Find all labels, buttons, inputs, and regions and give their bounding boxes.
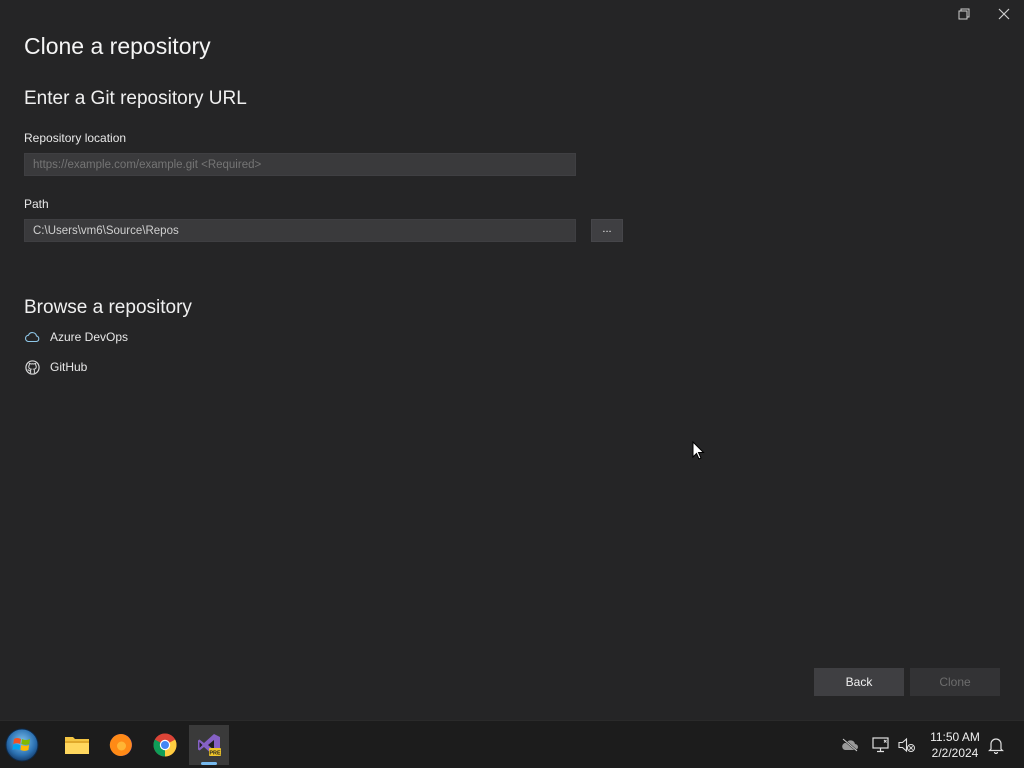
repo-location-label: Repository location [24,131,127,145]
network-icon [872,737,889,753]
start-button[interactable] [0,721,44,768]
azure-devops-link[interactable]: Azure DevOps [24,329,128,345]
clone-button[interactable]: Clone [910,668,1000,696]
window-controls [944,0,1024,28]
tray-onedrive[interactable] [840,735,860,755]
browse-path-button[interactable]: ... [591,219,623,242]
clock-time: 11:50 AM [930,730,980,744]
path-input[interactable] [24,219,576,242]
notification-icon [988,738,1004,754]
tray-volume[interactable] [897,735,917,755]
azure-devops-label: Azure DevOps [50,330,129,344]
chrome-icon [153,733,177,757]
active-app-indicator [201,762,217,765]
tray-notifications[interactable] [986,735,1006,755]
restore-icon [958,8,970,20]
cloud-icon [24,329,40,345]
browse-section-heading: Browse a repository [24,297,192,318]
close-button[interactable] [984,0,1024,28]
tray-network[interactable] [871,735,891,755]
clock-date: 2/2/2024 [931,746,979,760]
volume-muted-icon [898,737,915,753]
taskbar-firefox[interactable] [101,725,141,765]
github-icon [24,359,40,375]
restore-button[interactable] [944,0,984,28]
github-label: GitHub [50,360,88,374]
firefox-icon [109,734,132,756]
taskbar-chrome[interactable] [145,725,185,765]
path-label: Path [24,197,49,211]
visual-studio-icon: PRE [198,734,221,757]
taskbar: PRE 11:50 AM 2/2/2024 [0,720,1024,768]
close-icon [998,8,1010,20]
back-button[interactable]: Back [814,668,904,696]
folder-icon [65,737,89,754]
onedrive-offline-icon [842,738,858,752]
mouse-cursor-icon [692,441,705,460]
dialog-title: Clone a repository [24,33,211,59]
repo-location-input[interactable] [24,153,576,176]
taskbar-clock[interactable]: 11:50 AM 2/2/2024 [924,729,986,761]
github-link[interactable]: GitHub [24,359,87,375]
svg-text:PRE: PRE [209,751,221,757]
windows-orb-icon [5,728,39,762]
taskbar-file-explorer[interactable] [57,725,97,765]
url-section-heading: Enter a Git repository URL [24,88,247,109]
taskbar-visual-studio[interactable]: PRE [189,725,229,765]
